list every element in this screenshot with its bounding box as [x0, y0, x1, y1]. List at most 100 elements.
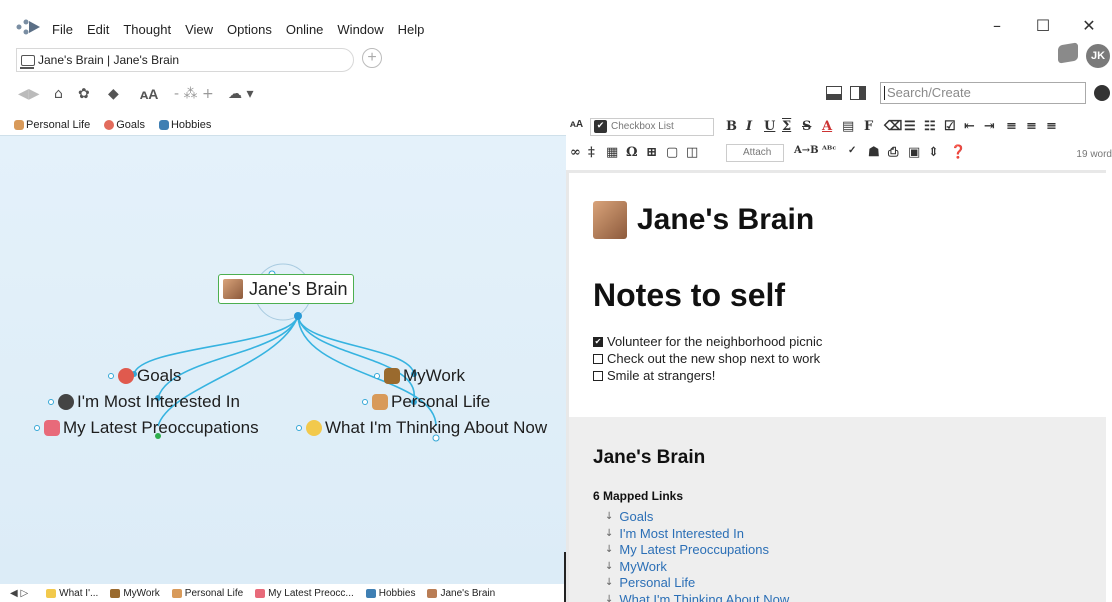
thought-thinking-about-now[interactable]: What I'm Thinking About Now — [296, 418, 547, 438]
down-arrow-icon: ↓ — [605, 577, 614, 588]
history-item[interactable]: Jane's Brain — [427, 588, 495, 599]
menu-thought[interactable]: Thought — [123, 22, 171, 37]
underline-icon[interactable]: U — [764, 119, 775, 134]
menu-online[interactable]: Online — [286, 22, 324, 37]
thought-mywork[interactable]: MyWork — [374, 366, 465, 386]
link-latest-preoccupations[interactable]: ↓ My Latest Preoccupations — [605, 542, 789, 559]
history-item[interactable]: My Latest Preocc... — [255, 588, 354, 599]
menu-edit[interactable]: Edit — [87, 22, 109, 37]
checklist: ✔ Volunteer for the neighborhood picnic … — [593, 333, 822, 384]
checkbox-unchecked[interactable] — [593, 353, 603, 364]
font-color-icon[interactable]: A — [822, 119, 832, 134]
outdent-icon[interactable]: ⇤ — [964, 119, 975, 134]
highlight-icon[interactable]: ▤ — [842, 119, 854, 134]
italic-icon[interactable]: I — [746, 119, 752, 134]
close-button[interactable]: ✕ — [1066, 14, 1112, 38]
clock-icon[interactable] — [1094, 85, 1110, 101]
thought-personal-life[interactable]: Personal Life — [362, 392, 490, 412]
presentation-icon[interactable]: ▣ — [908, 145, 920, 160]
numbered-list-icon[interactable]: ☷ — [924, 119, 936, 134]
bullet-list-icon[interactable]: ☰ — [904, 119, 916, 134]
align-left-icon[interactable]: ≡ — [1006, 119, 1017, 134]
menu-file[interactable]: File — [52, 22, 73, 37]
overline-icon[interactable]: Σ — [782, 119, 791, 134]
align-right-icon[interactable]: ≡ — [1046, 119, 1057, 134]
notes-pane[interactable]: Jane's Brain Notes to self ✔ Volunteer f… — [566, 170, 1106, 602]
new-tab-button[interactable]: + — [362, 48, 382, 68]
minimize-button[interactable]: – — [974, 14, 1020, 38]
font-size-icon[interactable]: ᴀA — [140, 84, 158, 104]
font-size-icon[interactable]: ᴀA — [570, 119, 583, 130]
janes-brain-face-icon — [427, 588, 438, 598]
spellcheck-options-icon[interactable]: ✓ — [848, 145, 856, 156]
link-goals[interactable]: ↓ Goals — [605, 509, 789, 526]
image-icon[interactable]: ▢ — [666, 145, 678, 160]
spellcheck-icon[interactable]: ᴬᴮᶜ — [822, 145, 836, 156]
layout-icon[interactable]: ‑ ⁂ + — [174, 84, 214, 104]
thought-most-interested-in[interactable]: I'm Most Interested In — [48, 392, 240, 412]
central-thought[interactable]: Jane's Brain — [218, 274, 354, 304]
special-character-icon[interactable]: Ω — [626, 145, 638, 160]
notes-toolbar: ᴀA Checkbox List B I U Σ S A ▤ F ⌫ ☰ ☷ ☑… — [566, 114, 1112, 170]
tag-icon[interactable]: ◆ — [108, 84, 119, 104]
plex-view[interactable]: Jane's Brain Goals I'm Most Interested I… — [0, 136, 566, 584]
notes-editor[interactable]: Jane's Brain Notes to self ✔ Volunteer f… — [569, 173, 1106, 417]
gate-icon — [108, 373, 114, 379]
table-icon[interactable]: ⊞ — [646, 145, 657, 160]
help-icon[interactable]: ❓ — [950, 145, 966, 160]
link-mywork[interactable]: ↓ MyWork — [605, 559, 789, 576]
horizontal-rule-icon[interactable]: ‡ — [588, 145, 595, 160]
indent-icon[interactable]: ⇥ — [984, 119, 995, 134]
brain-icon[interactable]: ✿ — [78, 84, 90, 104]
random-thought-icon[interactable] — [1058, 42, 1078, 64]
cloud-icon[interactable]: ☁ ▾ — [228, 84, 253, 104]
link-thinking-about-now[interactable]: ↓ What I'm Thinking About Now — [605, 592, 789, 602]
menu-window[interactable]: Window — [337, 22, 383, 37]
strikethrough-icon[interactable]: S — [802, 119, 811, 134]
layout-right-icon[interactable] — [850, 86, 866, 100]
link-personal-life[interactable]: ↓ Personal Life — [605, 575, 789, 592]
menu-view[interactable]: View — [185, 22, 213, 37]
links-list: ↓ Goals ↓ I'm Most Interested In ↓ My Lates… — [605, 509, 789, 602]
pin-hobbies[interactable]: Hobbies — [158, 119, 211, 131]
clear-format-icon[interactable]: ⌫ — [884, 119, 902, 134]
lightbulb-icon — [306, 420, 322, 436]
menu-help[interactable]: Help — [398, 22, 425, 37]
thought-goals[interactable]: Goals — [108, 366, 181, 386]
app-logo-icon[interactable] — [16, 18, 42, 36]
search-input[interactable]: Search/Create — [880, 82, 1086, 104]
sort-icon[interactable]: A→B — [794, 145, 819, 156]
checkbox-checked[interactable]: ✔ — [593, 336, 603, 347]
print-icon[interactable]: ⎙ — [888, 145, 898, 160]
history-item[interactable]: What I'... — [46, 588, 98, 599]
thought-latest-preoccupations[interactable]: My Latest Preoccupations — [34, 418, 259, 438]
font-icon[interactable]: F — [864, 119, 873, 134]
layout-bottom-icon[interactable] — [826, 86, 842, 100]
avatar[interactable]: JK — [1086, 44, 1110, 68]
main-toolbar: ◀▶ ⌂ ✿ ◆ ᴀA ‑ ⁂ + ☁ ▾ Search/Create — [0, 80, 1112, 108]
incognito-icon[interactable]: ☗ — [868, 145, 880, 160]
history-item[interactable]: MyWork — [110, 588, 160, 599]
history-item[interactable]: Hobbies — [365, 588, 415, 599]
checkbox-list-icon[interactable]: ☑ — [944, 119, 956, 134]
tab-janes-brain[interactable]: Jane's Brain | Jane's Brain — [16, 48, 354, 72]
attach-button[interactable]: Attach — [726, 144, 784, 162]
notes-title: Jane's Brain — [593, 201, 814, 239]
bold-icon[interactable]: B — [726, 119, 737, 134]
history-item[interactable]: Personal Life — [171, 588, 243, 599]
link-icon[interactable]: ∞ — [570, 145, 581, 160]
calendar-icon[interactable]: ▦ — [606, 145, 618, 160]
pin-personal-life[interactable]: Personal Life — [14, 119, 90, 131]
menu-options[interactable]: Options — [227, 22, 272, 37]
align-center-icon[interactable]: ≡ — [1026, 119, 1037, 134]
pin-goals[interactable]: Goals — [104, 119, 145, 131]
expand-icon[interactable]: ⇕ — [928, 145, 939, 160]
history-nav-icon[interactable]: ◀ ▷ — [10, 588, 28, 599]
book-icon[interactable]: ◫ — [686, 145, 698, 160]
maximize-button[interactable]: ☐ — [1020, 14, 1066, 38]
link-most-interested-in[interactable]: ↓ I'm Most Interested In — [605, 526, 789, 543]
back-forward-icon[interactable]: ◀▶ — [18, 84, 40, 104]
home-icon[interactable]: ⌂ — [54, 84, 63, 104]
paragraph-style-select[interactable]: Checkbox List — [590, 118, 714, 136]
checkbox-unchecked[interactable] — [593, 370, 603, 381]
